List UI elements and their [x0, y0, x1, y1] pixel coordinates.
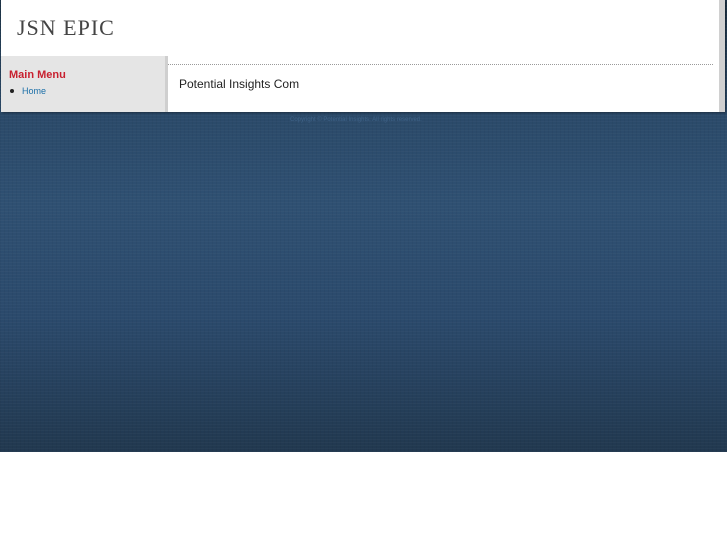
- page-container: JSN EPIC Main Menu Home Potential Insigh…: [1, 0, 725, 112]
- bullet-icon: [10, 89, 14, 93]
- left-sidebar: Main Menu Home: [1, 56, 168, 112]
- main-menu-list: Home: [9, 85, 46, 97]
- main-menu-item-home[interactable]: Home: [9, 85, 46, 97]
- content-divider: [168, 64, 713, 65]
- home-link[interactable]: Home: [22, 86, 46, 96]
- main-content: Potential Insights Com: [168, 56, 713, 112]
- site-logo[interactable]: JSN EPIC: [17, 15, 115, 41]
- footer-copyright: Copyright © Potential Insights. All righ…: [290, 117, 422, 123]
- main-menu-title: Main Menu: [9, 69, 66, 81]
- site-header: JSN EPIC: [1, 0, 719, 56]
- article-title: Potential Insights Com: [179, 77, 300, 91]
